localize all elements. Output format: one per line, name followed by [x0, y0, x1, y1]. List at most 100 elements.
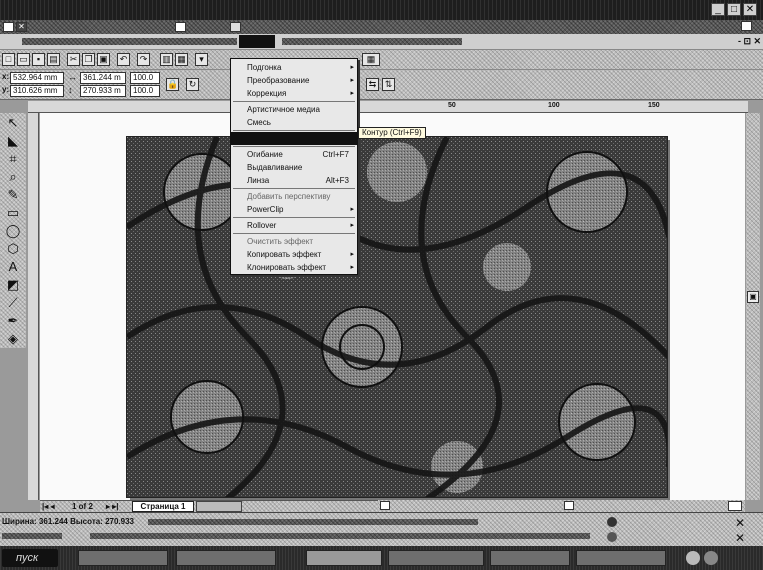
menu-item[interactable]: Выдавливание [231, 161, 357, 174]
eyedropper-tool-icon[interactable]: ⟋ [4, 295, 22, 311]
close-tab-icon[interactable]: ✕ [16, 22, 27, 32]
doc-tab-icon[interactable] [230, 22, 241, 32]
tray-icon[interactable] [704, 551, 718, 565]
zoom-tool-icon[interactable]: ⌕ [4, 169, 22, 185]
menu-effects-active[interactable] [239, 35, 275, 48]
no-outline-x-icon: ✕ [735, 531, 746, 545]
height-field[interactable]: 270.933 m [80, 85, 126, 97]
menu-item[interactable] [231, 132, 357, 145]
fill-indicator-icon[interactable] [607, 517, 617, 527]
submenu-arrow-icon: ▸ [350, 222, 354, 229]
fill-tool-icon[interactable]: ◈ [4, 331, 22, 347]
zoom-level-icon[interactable]: ▾ [195, 53, 208, 66]
app-icon [3, 22, 14, 32]
scale-x-field[interactable]: 100.0 [130, 72, 160, 84]
outline-tool-icon[interactable]: ✒ [4, 313, 22, 329]
cut-icon[interactable]: ✂ [67, 53, 80, 66]
text-tool-icon[interactable]: A [4, 259, 22, 275]
menu-item[interactable]: Коррекция ▸ [231, 87, 357, 100]
vertical-ruler[interactable] [28, 113, 39, 500]
menu-items-blurred[interactable] [22, 38, 237, 45]
first-page-icon[interactable]: |◂ ◂ [42, 501, 55, 512]
taskbar-item[interactable] [490, 550, 570, 566]
save-icon[interactable]: ▪ [32, 53, 45, 66]
doc-tab-icon[interactable] [175, 22, 186, 32]
x-position-field[interactable]: 532.964 mm [10, 72, 64, 84]
horizontal-scrollbar[interactable] [378, 500, 745, 512]
tray-icon[interactable] [686, 551, 700, 565]
interactive-tool-icon[interactable]: ◩ [4, 277, 22, 293]
pick-tool-icon[interactable]: ↖ [4, 115, 22, 131]
menu-item[interactable]: Очистить эффект [231, 235, 357, 248]
menu-separator [233, 217, 355, 218]
width-field[interactable]: 361.244 m [80, 72, 126, 84]
menu-item[interactable]: Преобразование ▸ [231, 74, 357, 87]
horizontal-ruler[interactable]: 50 100 150 [28, 101, 748, 113]
lock-ratio-icon[interactable]: 🔒 [166, 78, 179, 91]
taskbar-item-active[interactable] [306, 550, 382, 566]
next-page-icon[interactable]: ▸ ▸| [106, 501, 119, 512]
menu-item[interactable]: Огибание Ctrl+F7 [231, 148, 357, 161]
new-file-icon[interactable]: □ [2, 53, 15, 66]
undo-icon[interactable]: ↶ [117, 53, 130, 66]
print-icon[interactable]: ▤ [47, 53, 60, 66]
menu-item[interactable]: Копировать эффект ▸ [231, 248, 357, 261]
menu-item[interactable]: Rollover ▸ [231, 219, 357, 232]
menu-item[interactable]: Клонировать эффект ▸ [231, 261, 357, 274]
page-tab-2[interactable] [196, 501, 242, 512]
export-icon[interactable]: ▦ [175, 53, 188, 66]
open-file-icon[interactable]: ▭ [17, 53, 30, 66]
close-icon[interactable]: ✕ [743, 3, 757, 16]
windows-taskbar: пуск [0, 546, 763, 570]
doc-window-controls[interactable]: - ⊡ ✕ [738, 36, 761, 47]
taskbar-item[interactable] [388, 550, 484, 566]
taskbar-item[interactable] [576, 550, 666, 566]
menu-separator [233, 188, 355, 189]
menu-items-blurred[interactable] [282, 38, 462, 45]
navigator-icon[interactable]: ▣ [747, 291, 759, 303]
scale-y-field[interactable]: 100.0 [130, 85, 160, 97]
ornament-artwork[interactable] [126, 136, 668, 498]
freehand-tool-icon[interactable]: ✎ [4, 187, 22, 203]
menu-item[interactable]: PowerClip ▸ [231, 203, 357, 216]
restore-icon[interactable] [741, 21, 752, 31]
menu-item[interactable]: Линза Alt+F3 [231, 174, 357, 187]
scroll-right-icon[interactable] [564, 501, 574, 510]
mirror-v-icon[interactable]: ⇅ [382, 78, 395, 91]
menu-item-label: Артистичное медиа [247, 105, 320, 114]
shape-tool-icon[interactable]: ◣ [4, 133, 22, 149]
start-button[interactable]: пуск [2, 549, 58, 567]
copy-icon[interactable]: ❐ [82, 53, 95, 66]
taskbar-item[interactable] [78, 550, 168, 566]
menu-item[interactable]: Подгонка ▸ [231, 61, 357, 74]
rotate-icon[interactable]: ↻ [186, 78, 199, 91]
x-label: x: [2, 72, 10, 81]
page-tab[interactable]: Страница 1 [132, 501, 194, 512]
menu-item[interactable]: Добавить перспективу [231, 190, 357, 203]
ellipse-tool-icon[interactable]: ◯ [4, 223, 22, 239]
redo-icon[interactable]: ↷ [137, 53, 150, 66]
mirror-icon[interactable]: ⇆ [366, 78, 379, 91]
menu-item-label: Выдавливание [247, 163, 303, 172]
menu-item-label: Добавить перспективу [247, 192, 331, 201]
menu-separator [233, 146, 355, 147]
polygon-tool-icon[interactable]: ⬡ [4, 241, 22, 257]
menu-item-label: Копировать эффект [247, 250, 322, 259]
vertical-scrollbar[interactable]: ▣ [746, 113, 760, 500]
minimize-icon[interactable]: _ [711, 3, 725, 16]
paste-icon[interactable]: ▣ [97, 53, 110, 66]
taskbar-item[interactable] [176, 550, 276, 566]
menu-item[interactable]: Смесь [231, 116, 357, 129]
rectangle-tool-icon[interactable]: ▭ [4, 205, 22, 221]
zoom-fit-icon[interactable] [728, 501, 742, 511]
options-icon[interactable]: ▦ [362, 53, 380, 66]
menu-item-label: PowerClip [247, 205, 284, 214]
maximize-icon[interactable]: □ [727, 3, 741, 16]
y-position-field[interactable]: 310.626 mm [10, 85, 64, 97]
outline-indicator-icon[interactable] [607, 532, 617, 542]
menu-item[interactable]: Артистичное медиа [231, 103, 357, 116]
menu-separator [233, 101, 355, 102]
import-icon[interactable]: ▥ [160, 53, 173, 66]
scroll-left-icon[interactable] [380, 501, 390, 510]
crop-tool-icon[interactable]: ⌗ [4, 151, 22, 167]
